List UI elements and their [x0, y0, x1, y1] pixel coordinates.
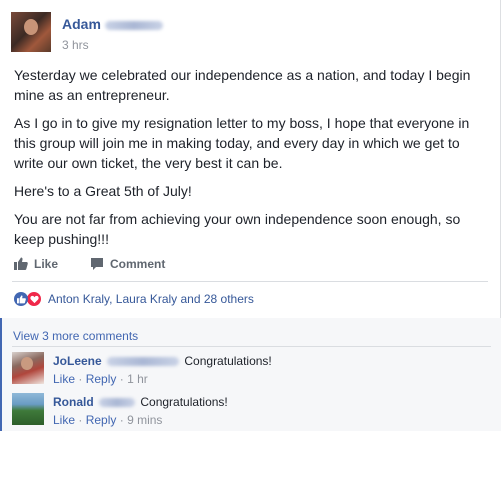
post-paragraph: Yesterday we celebrated our independence… [14, 67, 471, 103]
avatar-face [24, 19, 38, 35]
post-paragraph: You are not far from achieving your own … [14, 211, 461, 247]
love-reaction-icon [26, 291, 42, 307]
comment-like-link[interactable]: Like [53, 372, 75, 386]
author-first-name[interactable]: Adam [62, 16, 101, 32]
post-card: Adam 3 hrs Yesterday we celebrated our i… [0, 0, 501, 431]
commenter-name[interactable]: Ronald [53, 395, 94, 409]
post-body: Yesterday we celebrated our independence… [14, 65, 484, 257]
redacted-last-name [104, 20, 163, 30]
redacted-last-name [107, 357, 180, 367]
thumbs-up-icon [14, 257, 28, 270]
author-name[interactable]: Adam [62, 16, 163, 32]
comment-timestamp[interactable]: 1 hr [127, 372, 148, 386]
redacted-last-name [99, 398, 136, 408]
divider [12, 346, 491, 347]
comment-meta: Like · Reply · 9 mins [53, 413, 163, 427]
comment-text: Congratulations! [140, 395, 228, 409]
comment-timestamp[interactable]: 9 mins [127, 413, 162, 427]
like-button[interactable]: Like [14, 257, 58, 271]
commenter-avatar[interactable] [12, 352, 44, 384]
reactions-summary[interactable]: Anton Kraly, Laura Kraly and 28 others [14, 291, 254, 307]
view-more-comments-link[interactable]: View 3 more comments [13, 329, 138, 343]
comment-button[interactable]: Comment [90, 257, 165, 271]
post-paragraph: Here's to a Great 5th of July! [14, 183, 192, 199]
comment-body: Ronald Congratulations! [53, 395, 228, 409]
reaction-names[interactable]: Anton Kraly, Laura Kraly and 28 others [48, 292, 254, 306]
divider [12, 281, 488, 282]
comment-reply-link[interactable]: Reply [86, 413, 117, 427]
comment-bubble-icon [91, 258, 103, 270]
comment-like-link[interactable]: Like [53, 413, 75, 427]
like-reaction-icon [14, 292, 28, 306]
commenter-avatar[interactable] [12, 393, 44, 425]
comment-text: Congratulations! [184, 354, 272, 368]
comment-reply-link[interactable]: Reply [86, 372, 117, 386]
post-paragraph: As I go in to give my resignation letter… [14, 115, 470, 171]
comment-meta: Like · Reply · 1 hr [53, 372, 148, 386]
author-avatar[interactable] [11, 12, 51, 52]
comment-label: Comment [110, 257, 166, 271]
post-timestamp[interactable]: 3 hrs [62, 38, 89, 52]
comment-body: JoLeene Congratulations! [53, 354, 272, 368]
like-label: Like [34, 257, 59, 271]
commenter-name[interactable]: JoLeene [53, 354, 102, 368]
